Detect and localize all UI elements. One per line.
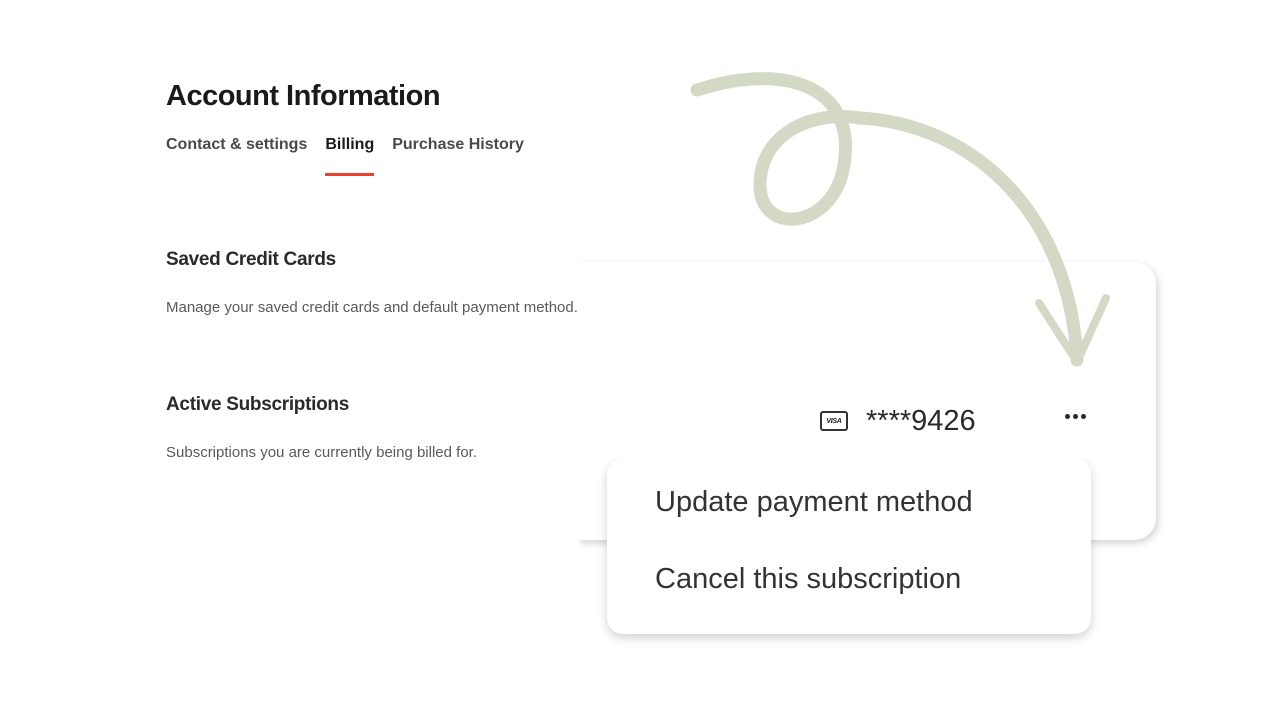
more-dot: [1080, 413, 1086, 419]
account-header: Account Information Contact & settings B…: [166, 78, 586, 176]
active-subscriptions-section: Active Subscriptions Subscriptions you a…: [166, 393, 586, 464]
more-dot: [1064, 413, 1070, 419]
active-subscriptions-description: Subscriptions you are currently being bi…: [166, 444, 478, 461]
page-title: Account Information: [166, 80, 441, 112]
active-subscriptions-title: Active Subscriptions: [166, 394, 349, 415]
more-options-button[interactable]: [1058, 404, 1092, 428]
saved-credit-cards-section: Saved Credit Cards Manage your saved cre…: [166, 248, 586, 319]
billing-page: Account Information Contact & settings B…: [0, 0, 1280, 720]
account-tabs: Contact & settings Billing Purchase Hist…: [166, 134, 586, 176]
saved-credit-cards-title: Saved Credit Cards: [166, 249, 336, 270]
card-number: ****9426: [866, 405, 976, 437]
saved-credit-cards-description: Manage your saved credit cards and defau…: [166, 299, 578, 316]
cancel-subscription-item[interactable]: Cancel this subscription: [655, 561, 961, 597]
visa-card-icon: VISA: [820, 411, 848, 431]
tab-purchase-history[interactable]: Purchase History: [392, 134, 524, 176]
saved-card-row: VISA ****9426: [820, 400, 976, 442]
tab-contact-settings[interactable]: Contact & settings: [166, 134, 307, 176]
card-options-menu: Update payment method Cancel this subscr…: [607, 458, 1091, 634]
update-payment-method-item[interactable]: Update payment method: [655, 484, 973, 520]
tab-billing[interactable]: Billing: [325, 134, 375, 176]
more-dot: [1072, 413, 1078, 419]
